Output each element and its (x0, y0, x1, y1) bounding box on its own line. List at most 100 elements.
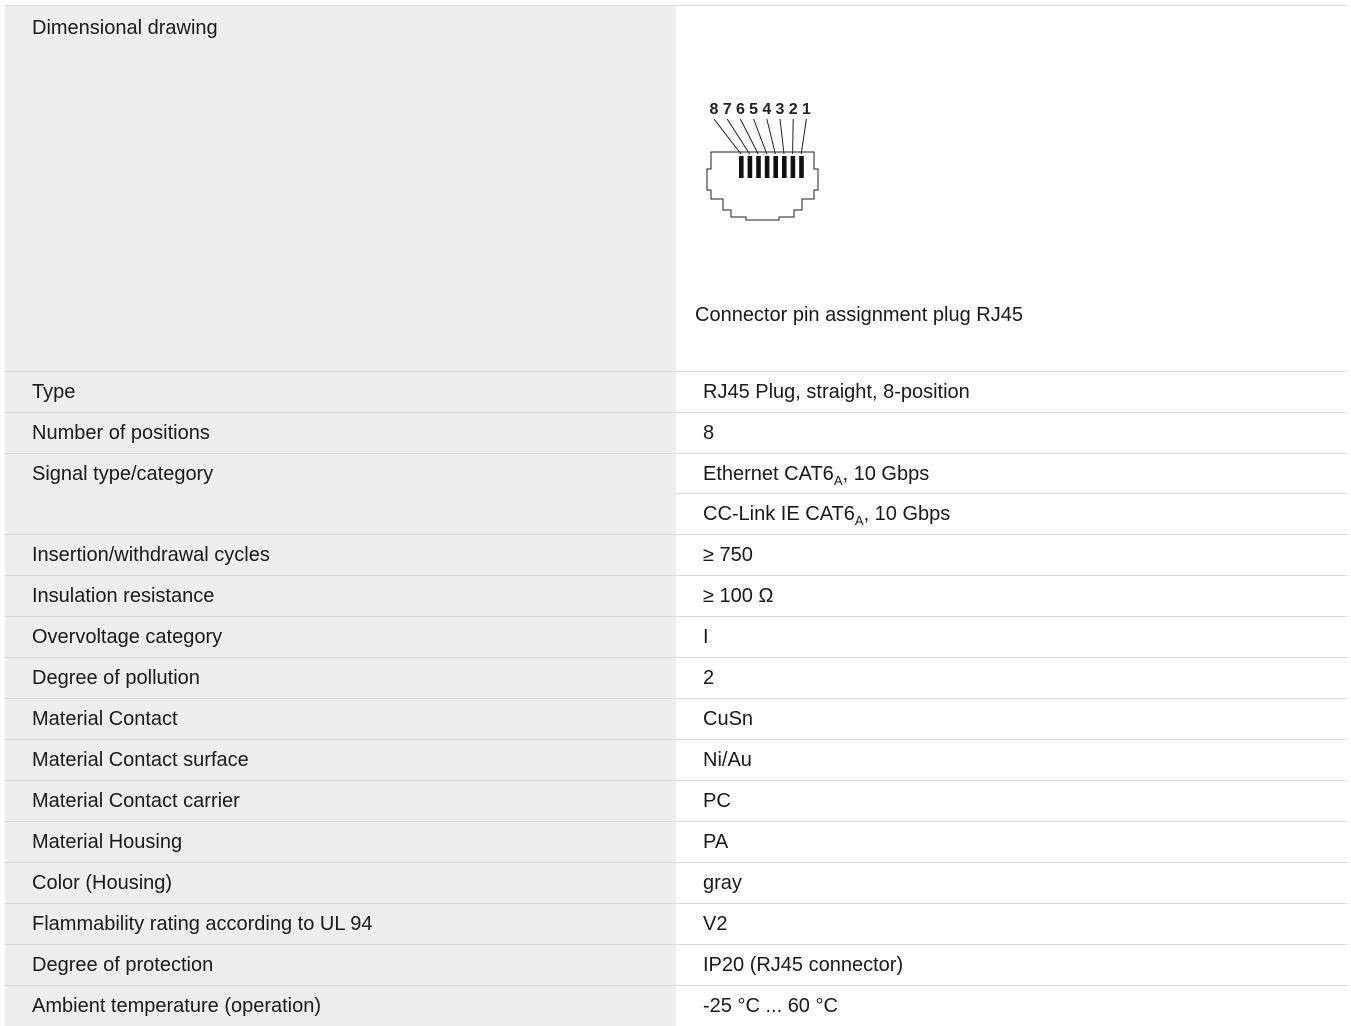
drawing-label: Dimensional drawing (5, 6, 676, 371)
spec-values: I (676, 617, 1347, 657)
spec-value-text: Ethernet CAT6 (703, 463, 834, 485)
spec-values: V2 (676, 904, 1347, 944)
spec-values: gray (676, 863, 1347, 903)
spec-value-text: ≥ 100 Ω (703, 585, 774, 607)
spec-label: Insulation resistance (5, 576, 676, 616)
spec-value-subscript: A (854, 513, 864, 528)
spec-values: ≥ 750 (676, 535, 1347, 575)
pin-contact (773, 156, 778, 178)
spec-table: Dimensional drawing 87654321 Connector p… (5, 5, 1347, 1026)
spec-values: IP20 (RJ45 connector) (676, 945, 1347, 985)
spec-value-text: PC (703, 790, 731, 812)
spec-value-text: ≥ 750 (703, 544, 753, 566)
spec-value-text: CuSn (703, 708, 754, 730)
spec-value: 2 (676, 658, 1347, 698)
spec-value-text: I (703, 626, 709, 648)
spec-label: Flammability rating according to UL 94 (5, 904, 676, 944)
spec-value-text: CC-Link IE CAT6 (703, 503, 855, 525)
spec-values: -25 °C ... 60 °C (676, 986, 1347, 1026)
spec-values: 8 (676, 413, 1347, 453)
pin-label: 6 (736, 101, 745, 118)
spec-value: RJ45 Plug, straight, 8-position (676, 372, 1347, 412)
pin-leader (792, 118, 794, 155)
pin-labels: 87654321 (710, 101, 811, 118)
drawing-caption: Connector pin assignment plug RJ45 (695, 304, 1023, 326)
spec-row: Insertion/withdrawal cycles ≥ 750 (5, 535, 1347, 576)
spec-row: Ambient temperature (operation) -25 °C ..… (5, 986, 1347, 1026)
pin-leader (800, 118, 807, 155)
spec-value-suffix: , 10 Gbps (863, 503, 951, 525)
pin-leader (726, 118, 751, 155)
pin-contact (739, 156, 744, 178)
spec-values: ≥ 100 Ω (676, 576, 1347, 616)
spec-row: Degree of pollution 2 (5, 658, 1347, 699)
spec-label: Material Housing (5, 822, 676, 862)
spec-value-text: 8 (703, 422, 715, 444)
rj45-drawing: 87654321 (706, 92, 826, 242)
spec-label: Insertion/withdrawal cycles (5, 535, 676, 575)
spec-row: Color (Housing) gray (5, 863, 1347, 904)
pin-label: 2 (789, 101, 798, 118)
spec-label: Material Contact (5, 699, 676, 739)
pin-label: 7 (723, 101, 732, 118)
spec-label: Ambient temperature (operation) (5, 986, 676, 1026)
pin-label: 5 (749, 101, 758, 118)
pin-leader (779, 118, 785, 155)
spec-value: CuSn (676, 699, 1347, 739)
spec-row: Type RJ45 Plug, straight, 8-position (5, 372, 1347, 413)
spec-value: Ethernet CAT6A, 10 Gbps (676, 454, 1347, 494)
pin-label: 8 (710, 101, 719, 118)
pin-leader-lines (713, 118, 807, 155)
spec-row: Number of positions 8 (5, 413, 1347, 454)
spec-value: -25 °C ... 60 °C (676, 986, 1347, 1026)
spec-values: PC (676, 781, 1347, 821)
spec-row: Degree of protection IP20 (RJ45 connector… (5, 945, 1347, 986)
pin-label: 4 (762, 101, 771, 118)
spec-value-suffix: , 10 Gbps (842, 463, 930, 485)
spec-value: ≥ 100 Ω (676, 576, 1347, 616)
spec-value-text: gray (703, 872, 742, 894)
spec-value-text: 2 (703, 667, 715, 689)
spec-value-text: RJ45 Plug, straight, 8-position (703, 381, 970, 403)
spec-value: PC (676, 781, 1347, 821)
spec-label: Number of positions (5, 413, 676, 453)
spec-row: Overvoltage category I (5, 617, 1347, 658)
spec-row: Material Contact surface Ni/Au (5, 740, 1347, 781)
pin-contact (756, 156, 761, 178)
pin-leader (713, 118, 742, 155)
spec-label: Degree of protection (5, 945, 676, 985)
pin-leader (766, 118, 776, 155)
spec-value: gray (676, 863, 1347, 903)
spec-values: RJ45 Plug, straight, 8-position (676, 372, 1347, 412)
spec-value: V2 (676, 904, 1347, 944)
pin-label: 1 (802, 101, 811, 118)
spec-value-text: PA (703, 831, 729, 853)
spec-label: Color (Housing) (5, 863, 676, 903)
spec-value-text: Ni/Au (703, 749, 752, 771)
spec-value: I (676, 617, 1347, 657)
pin-contact (782, 156, 787, 178)
pin-contact (790, 156, 796, 178)
pin-contact (799, 156, 804, 178)
spec-label: Material Contact carrier (5, 781, 676, 821)
spec-label: Signal type/category (5, 454, 676, 534)
spec-value: PA (676, 822, 1347, 862)
pin-contacts (739, 156, 804, 178)
spec-rows: Type RJ45 Plug, straight, 8-position Numbe… (5, 372, 1347, 1026)
spec-value-text: IP20 (RJ45 connector) (703, 954, 904, 976)
spec-label: Degree of pollution (5, 658, 676, 698)
drawing-cell: 87654321 Connector pin assignment plug R… (676, 6, 1347, 371)
spec-row: Flammability rating according to UL 94 V2 (5, 904, 1347, 945)
spec-label: Overvoltage category (5, 617, 676, 657)
rj45-plug-diagram: 87654321 (706, 101, 819, 221)
spec-value: IP20 (RJ45 connector) (676, 945, 1347, 985)
spec-values: PA (676, 822, 1347, 862)
spec-value: Ni/Au (676, 740, 1347, 780)
spec-values: Ethernet CAT6A, 10 Gbps CC-Link IE CAT6A,… (676, 454, 1347, 534)
pin-contact (764, 156, 770, 178)
spec-value: 8 (676, 413, 1347, 453)
spec-value: CC-Link IE CAT6A, 10 Gbps (676, 494, 1347, 534)
spec-values: 2 (676, 658, 1347, 698)
spec-row: Signal type/category Ethernet CAT6A, 10 G… (5, 454, 1347, 535)
spec-label: Type (5, 372, 676, 412)
